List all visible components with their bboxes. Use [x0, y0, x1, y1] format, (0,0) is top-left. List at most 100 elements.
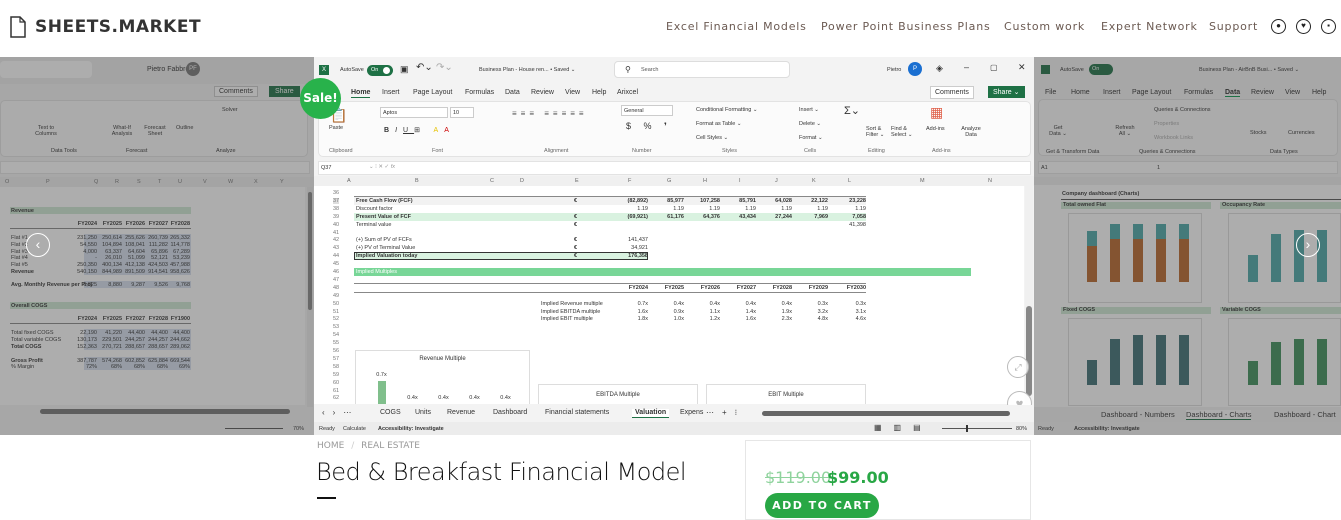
cell-value[interactable]: 43,434: [716, 214, 756, 220]
tab-help[interactable]: Help: [1312, 89, 1326, 96]
sheet-tab-revenue[interactable]: Revenue: [447, 409, 475, 416]
cell-value[interactable]: 1.1x: [680, 309, 720, 315]
find-select-button[interactable]: Find & Select ⌄: [891, 126, 915, 138]
row-number[interactable]: 37: [333, 197, 340, 204]
tab-file[interactable]: File: [1045, 89, 1056, 96]
row-number[interactable]: 39: [333, 214, 339, 220]
document-title[interactable]: Business Plan - House ren... • Saved ⌄: [479, 67, 575, 73]
cell-value[interactable]: 64,028: [752, 198, 792, 204]
cell-value[interactable]: 1.19: [716, 206, 756, 212]
restore-icon[interactable]: ▢: [990, 63, 998, 72]
cell-value[interactable]: 0.3x: [788, 301, 828, 307]
nav-custom-work[interactable]: Custom work: [1004, 20, 1085, 33]
cell-value[interactable]: 1.6x: [716, 316, 756, 322]
view-mode-icons[interactable]: ▦▥▤: [874, 423, 933, 432]
cell-value[interactable]: 22,122: [788, 198, 828, 204]
add-sheet-icon[interactable]: ⋯+⁝: [706, 408, 745, 417]
row-number[interactable]: 43: [333, 245, 339, 251]
tab-data[interactable]: Data: [505, 89, 520, 96]
sheet-tab-financial-statements[interactable]: Financial statements: [545, 409, 609, 416]
cell-value[interactable]: 0.4x: [716, 301, 756, 307]
sheet-tab-cogs[interactable]: COGS: [380, 409, 401, 416]
delete-cells-button[interactable]: Delete ⌄: [799, 121, 821, 127]
share-button[interactable]: Share ⌄: [988, 86, 1025, 98]
row-number[interactable]: 53: [333, 324, 339, 330]
comments-button[interactable]: Comments: [930, 86, 974, 99]
row-number[interactable]: 62: [333, 395, 339, 401]
cell-value[interactable]: 4.6x: [826, 316, 866, 322]
logo[interactable]: SHEETS.MARKET: [35, 17, 201, 37]
cell-styles-button[interactable]: Cell Styles ⌄: [696, 135, 728, 141]
cell-value[interactable]: 0.9x: [644, 309, 684, 315]
cell-value[interactable]: 61,176: [644, 214, 684, 220]
next-slide[interactable]: AutoSave On Business Plan - AirBnB Busi.…: [1034, 57, 1341, 435]
row-number[interactable]: 46: [333, 269, 339, 275]
row-number[interactable]: 48: [333, 285, 339, 291]
formula-bar[interactable]: Q37 ⌄ ⁝ ✕ ✓ fx: [318, 161, 1031, 175]
cell-value[interactable]: 85,791: [716, 198, 756, 204]
format-cells-button[interactable]: Format ⌄: [799, 135, 823, 141]
column-header-D[interactable]: D: [520, 178, 524, 184]
cart-icon[interactable]: ▪: [1321, 19, 1336, 34]
nav-expert-network[interactable]: Expert Network: [1101, 20, 1198, 33]
column-header-G[interactable]: G: [667, 178, 671, 184]
addins-button[interactable]: Add-ins: [926, 126, 945, 132]
cell-value[interactable]: 1.19: [644, 206, 684, 212]
cell-value[interactable]: 3.1x: [826, 309, 866, 315]
cell-value[interactable]: 7,058: [826, 214, 866, 220]
tab-page-layout[interactable]: Page Layout: [413, 89, 452, 96]
column-header-E[interactable]: E: [575, 178, 579, 184]
cell-value[interactable]: 41,398: [826, 222, 866, 228]
cell-value[interactable]: 34,921: [608, 245, 648, 251]
column-header-M[interactable]: M: [920, 178, 925, 184]
paste-button[interactable]: Paste: [329, 125, 343, 131]
column-header-K[interactable]: K: [812, 178, 816, 184]
insert-cells-button[interactable]: Insert ⌄: [799, 107, 819, 113]
row-number[interactable]: 58: [333, 364, 339, 370]
column-header-I[interactable]: I: [739, 178, 741, 184]
nav-support[interactable]: Support: [1209, 20, 1258, 33]
column-header-A[interactable]: A: [347, 178, 351, 184]
autosum-icon[interactable]: Σ⌄: [844, 104, 860, 117]
breadcrumb-real-estate[interactable]: REAL ESTATE: [361, 441, 420, 451]
nav-power-point-business-plans[interactable]: Power Point Business Plans: [821, 20, 991, 33]
column-header-C[interactable]: C: [490, 178, 494, 184]
cell-value[interactable]: 1.0x: [644, 316, 684, 322]
format-as-table-button[interactable]: Format as Table ⌄: [696, 121, 741, 127]
row-number[interactable]: 51: [333, 309, 339, 315]
cell-value[interactable]: 23,228: [826, 198, 866, 204]
autosave-toggle[interactable]: On: [367, 65, 393, 76]
tab-formulas[interactable]: Formulas: [1184, 89, 1213, 96]
alignment-buttons[interactable]: ≡≡≡ ≡≡≡≡≡: [512, 109, 588, 118]
tab-page-layout[interactable]: Page Layout: [1132, 89, 1171, 96]
minimize-icon[interactable]: –: [964, 62, 969, 72]
cell-value[interactable]: 1.8x: [608, 316, 648, 322]
font-size-select[interactable]: 10: [450, 107, 474, 118]
row-number[interactable]: 38: [333, 206, 339, 212]
cell-value[interactable]: (69,921): [608, 214, 649, 220]
row-number[interactable]: 40: [333, 222, 339, 228]
cell-value[interactable]: FY2027: [716, 285, 756, 291]
cell-value[interactable]: 3.2x: [788, 309, 828, 315]
cell-value[interactable]: 141,437: [608, 237, 648, 243]
tab-data[interactable]: Data: [1225, 89, 1241, 97]
tab-formulas[interactable]: Formulas: [465, 89, 494, 96]
zoom-slider[interactable]: [942, 428, 1012, 429]
tab-review[interactable]: Review: [531, 89, 554, 96]
row-number[interactable]: 60: [333, 380, 339, 386]
row-number[interactable]: 59: [333, 372, 339, 378]
tab-insert[interactable]: Insert: [382, 89, 400, 96]
diamond-icon[interactable]: ◈: [936, 63, 943, 74]
user-icon[interactable]: ●: [1271, 19, 1286, 34]
cell-value[interactable]: 1.9x: [752, 309, 792, 315]
number-buttons[interactable]: $ % ❜: [626, 121, 672, 132]
sheet-nav-icons[interactable]: ‹›⋯: [322, 408, 359, 417]
cell-value[interactable]: 0.3x: [826, 301, 866, 307]
font-select[interactable]: Aptos: [380, 107, 448, 118]
horizontal-scrollbar[interactable]: [762, 411, 1010, 416]
cell-value[interactable]: 1.19: [608, 206, 648, 212]
name-box[interactable]: Q37: [321, 165, 331, 171]
chevron-right-icon[interactable]: ›: [1296, 233, 1320, 257]
font-format-buttons[interactable]: BIU⊞ AA: [384, 126, 455, 134]
cell-value[interactable]: FY2026: [680, 285, 720, 291]
